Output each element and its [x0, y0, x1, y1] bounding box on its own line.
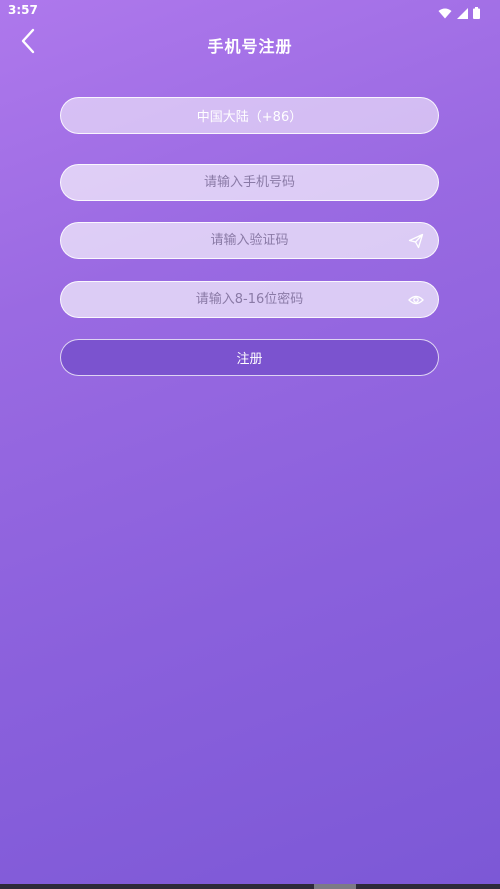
nav-bar: 手机号注册	[0, 22, 500, 66]
page-title: 手机号注册	[207, 37, 293, 56]
send-icon[interactable]	[408, 233, 424, 249]
status-bar: 3:57	[0, 0, 500, 22]
password-input[interactable]	[61, 281, 438, 318]
system-navigation-bar	[0, 884, 500, 889]
signal-icon	[457, 4, 468, 23]
country-label: 中国大陆（+86）	[196, 110, 303, 125]
wifi-icon	[438, 4, 452, 23]
home-indicator[interactable]	[314, 884, 356, 889]
status-time: 3:57	[8, 3, 38, 17]
password-field-container	[60, 281, 439, 318]
eye-icon[interactable]	[408, 292, 424, 308]
battery-icon	[473, 4, 480, 23]
verification-code-input[interactable]	[61, 222, 438, 259]
status-icons	[438, 4, 480, 23]
code-field-container	[60, 222, 439, 259]
country-selector[interactable]: 中国大陆（+86）	[60, 97, 439, 134]
register-button[interactable]: 注册	[60, 339, 439, 376]
phone-input[interactable]	[61, 164, 438, 201]
phone-field-container	[60, 164, 439, 201]
